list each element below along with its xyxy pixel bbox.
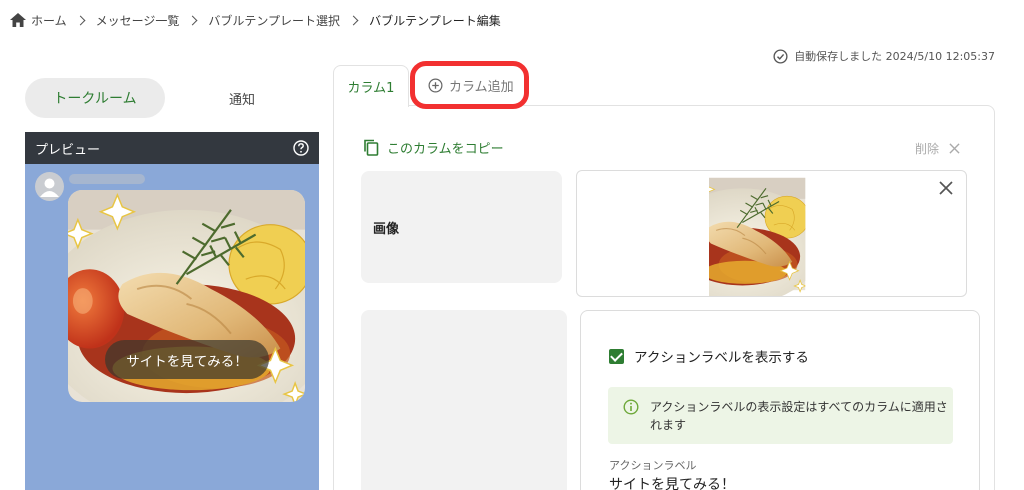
- autosave-text: 自動保存しました 2024/5/10 12:05:37: [794, 50, 995, 63]
- toggle-notification[interactable]: 通知: [175, 78, 309, 118]
- highlight-annotation: [410, 61, 529, 109]
- tab-column-1[interactable]: カラム1: [333, 65, 409, 107]
- image-thumbnail[interactable]: [709, 171, 835, 297]
- copy-column-label: このカラムをコピー: [387, 142, 504, 157]
- breadcrumb-message-list[interactable]: メッセージ一覧: [96, 12, 180, 29]
- breadcrumb-home[interactable]: ホーム: [31, 12, 67, 29]
- preview-bubble-card: サイトを見てみる！: [68, 190, 305, 402]
- copy-icon: [364, 139, 379, 156]
- image-upload-area[interactable]: [576, 170, 967, 297]
- autosave-status: 自動保存しました 2024/5/10 12:05:37: [773, 48, 995, 64]
- check-circle-icon: [773, 48, 788, 64]
- image-label: 画像: [373, 222, 400, 237]
- copy-column-button[interactable]: このカラムをコピー: [363, 138, 504, 157]
- checkbox-label: アクションラベルを表示する: [634, 350, 809, 366]
- checkbox-icon[interactable]: [609, 348, 624, 364]
- help-icon[interactable]: [293, 140, 309, 156]
- preview-panel: プレビュー サイトを見てみる！: [25, 132, 319, 490]
- delete-label: 削除: [915, 142, 940, 156]
- preview-title: プレビュー: [35, 142, 101, 158]
- toggle-talkroom[interactable]: トークルーム: [25, 78, 165, 118]
- action-label-field-label: アクションラベル: [609, 459, 697, 472]
- show-action-label-checkbox[interactable]: アクションラベルを表示する: [609, 346, 809, 366]
- sender-name-placeholder: [69, 174, 145, 184]
- breadcrumb: ホーム メッセージ一覧 バブルテンプレート選択 バブルテンプレート編集: [10, 11, 501, 29]
- chevron-right-icon: [75, 15, 86, 25]
- breadcrumb-template-edit: バブルテンプレート編集: [369, 13, 501, 28]
- action-label-field-value[interactable]: サイトを見てみる！: [609, 474, 735, 490]
- delete-column-button[interactable]: 削除: [915, 140, 960, 157]
- preview-action-button[interactable]: サイトを見てみる！: [105, 340, 269, 379]
- food-image: [709, 171, 835, 297]
- home-icon[interactable]: [10, 13, 26, 27]
- user-icon: [40, 178, 59, 197]
- info-text: アクションラベルの表示設定はすべてのカラムに適用されます: [650, 400, 948, 432]
- close-icon[interactable]: [938, 180, 954, 196]
- preview-header: プレビュー: [25, 132, 319, 164]
- breadcrumb-template-select[interactable]: バブルテンプレート選択: [208, 12, 340, 29]
- chevron-right-icon: [348, 15, 359, 25]
- close-icon: [949, 143, 960, 154]
- action-label-box: [361, 310, 567, 490]
- chevron-right-icon: [187, 15, 198, 25]
- avatar: [35, 172, 64, 201]
- info-icon: [623, 399, 639, 415]
